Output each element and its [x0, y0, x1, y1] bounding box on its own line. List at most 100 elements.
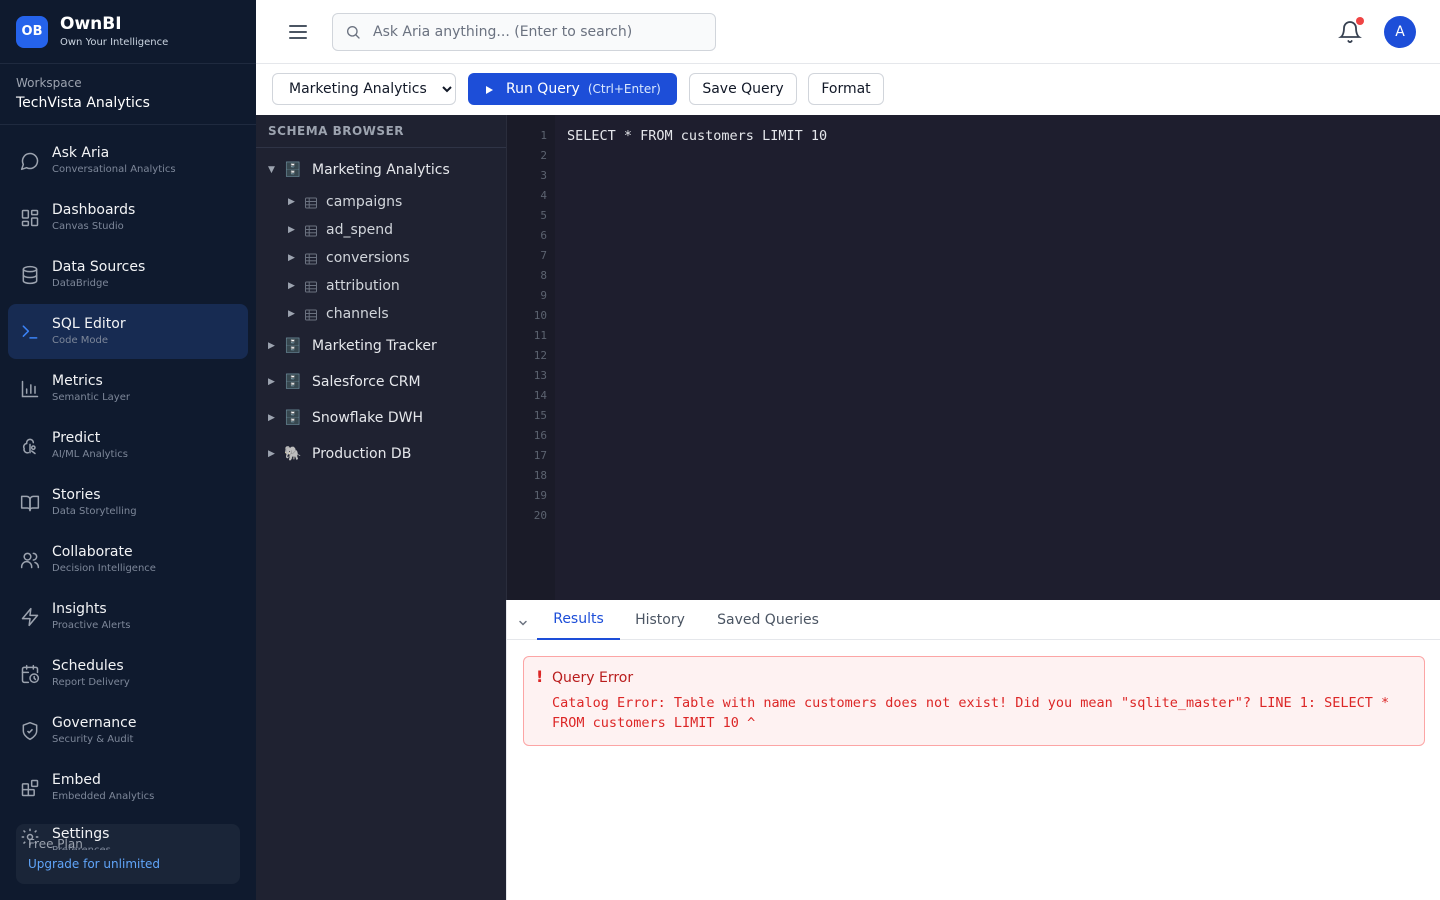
sidebar-nav: Ask Aria Conversational Analytics Dashboa… [8, 133, 248, 817]
sidebar-item-predict[interactable]: Predict AI/ML Analytics [8, 418, 248, 473]
blocks-icon [20, 778, 40, 798]
sidebar-item-sublabel: AI/ML Analytics [52, 449, 128, 460]
sidebar: OB OwnBI Own Your Intelligence Workspace… [0, 0, 256, 900]
play-icon [484, 84, 494, 94]
caret-right-icon: ▶ [268, 449, 275, 459]
schema-table-conversions[interactable]: ▶ conversions [256, 245, 506, 271]
sidebar-item-label: Stories [52, 487, 101, 503]
sidebar-item-governance[interactable]: Governance Security & Audit [8, 703, 248, 758]
sidebar-item-embed[interactable]: Embed Embedded Analytics [8, 760, 248, 815]
top-header: A [256, 0, 1440, 64]
schema-browser: SCHEMA BROWSER ▼ 🗄️ Marketing Analytics … [256, 115, 506, 900]
sidebar-item-sql-editor[interactable]: SQL Editor Code Mode [8, 304, 248, 359]
server-icon: 🗄️ [284, 374, 302, 390]
run-query-label: Run Query [506, 81, 580, 97]
schema-table-campaigns[interactable]: ▶ campaigns [256, 189, 506, 215]
schema-db-production-db[interactable]: ▶ 🐘 Production DB [256, 440, 506, 468]
sidebar-item-label: Embed [52, 772, 101, 788]
sidebar-item-insights[interactable]: Insights Proactive Alerts [8, 589, 248, 644]
book-icon [20, 493, 40, 513]
schema-table-attribution[interactable]: ▶ attribution [256, 273, 506, 299]
workspace-name: TechVista Analytics [16, 95, 150, 111]
schema-table-label: campaigns [326, 194, 403, 210]
tab-saved-queries[interactable]: Saved Queries [709, 600, 827, 640]
sidebar-item-sublabel: Decision Intelligence [52, 563, 156, 574]
upgrade-link[interactable]: Upgrade for unlimited [28, 856, 228, 872]
chevron-down-icon[interactable] [517, 614, 529, 626]
database-select[interactable]: Marketing Analytics [272, 73, 456, 105]
line-number: 12 [533, 349, 547, 362]
line-number: 15 [533, 409, 547, 422]
line-number: 11 [533, 329, 547, 342]
workspace-switcher[interactable]: Workspace TechVista Analytics [0, 64, 256, 125]
schema-db-snowflake-dwh[interactable]: ▶ 🗄️ Snowflake DWH [256, 404, 506, 432]
table-icon [304, 223, 318, 237]
schema-db-marketing-analytics[interactable]: ▼ 🗄️ Marketing Analytics [256, 156, 506, 184]
caret-right-icon: ▶ [288, 281, 295, 291]
brain-icon [20, 436, 40, 456]
error-icon: ! [536, 667, 544, 686]
schema-table-ad-spend[interactable]: ▶ ad_spend [256, 217, 506, 243]
sidebar-item-dashboards[interactable]: Dashboards Canvas Studio [8, 190, 248, 245]
save-query-button[interactable]: Save Query [689, 73, 797, 105]
format-button[interactable]: Format [808, 73, 884, 105]
results-panel: Results History Saved Queries ! Query Er… [506, 600, 1440, 900]
error-title: Query Error [552, 670, 634, 686]
schema-db-label: Marketing Analytics [312, 162, 450, 178]
brand-logo[interactable]: OB [16, 15, 48, 48]
sidebar-item-settings[interactable]: Settings Preferences [8, 817, 248, 857]
sidebar-item-data-sources[interactable]: Data Sources DataBridge [8, 247, 248, 302]
sidebar-item-label: Predict [52, 430, 101, 446]
tab-results[interactable]: Results [537, 600, 620, 640]
avatar[interactable]: A [1384, 16, 1416, 48]
schema-table-label: conversions [326, 250, 410, 266]
line-number: 16 [533, 429, 547, 442]
menu-icon[interactable] [286, 20, 310, 44]
schema-table-channels[interactable]: ▶ channels [256, 301, 506, 327]
search-icon [345, 24, 361, 40]
table-icon [304, 251, 318, 265]
sidebar-item-stories[interactable]: Stories Data Storytelling [8, 475, 248, 530]
sidebar-item-sublabel: Report Delivery [52, 677, 130, 688]
sidebar-item-sublabel: Embedded Analytics [52, 791, 155, 802]
sidebar-item-schedules[interactable]: Schedules Report Delivery [8, 646, 248, 701]
shield-icon [20, 721, 40, 741]
table-icon [304, 279, 318, 293]
line-number: 20 [533, 509, 547, 522]
tab-history[interactable]: History [628, 600, 692, 640]
sidebar-item-label: Dashboards [52, 202, 136, 218]
schema-db-label: Production DB [312, 446, 412, 462]
query-error-alert: ! Query Error Catalog Error: Table with … [523, 656, 1425, 746]
sidebar-item-collaborate[interactable]: Collaborate Decision Intelligence [8, 532, 248, 587]
calendar-clock-icon [20, 664, 40, 684]
sidebar-item-label: Insights [52, 601, 107, 617]
terminal-icon [20, 322, 40, 342]
schema-table-label: attribution [326, 278, 400, 294]
line-number: 8 [540, 269, 547, 282]
sidebar-item-ask-aria[interactable]: Ask Aria Conversational Analytics [8, 133, 248, 188]
sql-editor[interactable]: 1 2 3 4 5 6 7 8 9 10 11 12 13 14 15 16 1… [506, 115, 1440, 600]
sidebar-item-label: Collaborate [52, 544, 133, 560]
brand-name: OwnBI [60, 13, 122, 34]
sidebar-item-label: SQL Editor [52, 316, 126, 332]
bar-chart-icon [20, 379, 40, 399]
run-query-button[interactable]: Run Query (Ctrl+Enter) [468, 73, 677, 105]
schema-table-label: channels [326, 306, 389, 322]
sidebar-item-label: Data Sources [52, 259, 146, 275]
chat-icon [20, 151, 40, 171]
results-tabs: Results History Saved Queries [507, 600, 1440, 640]
sidebar-item-metrics[interactable]: Metrics Semantic Layer [8, 361, 248, 416]
sidebar-item-sublabel: Data Storytelling [52, 506, 137, 517]
postgres-elephant-icon: 🐘 [284, 446, 302, 462]
schema-db-label: Salesforce CRM [312, 374, 421, 390]
line-number: 3 [540, 169, 547, 182]
sql-code[interactable]: SELECT * FROM customers LIMIT 10 [567, 126, 827, 146]
line-number: 5 [540, 209, 547, 222]
search-input[interactable] [373, 24, 703, 40]
schema-db-marketing-tracker[interactable]: ▶ 🗄️ Marketing Tracker [256, 332, 506, 360]
query-toolbar: Marketing Analytics Run Query (Ctrl+Ente… [256, 64, 1440, 115]
schema-browser-title: SCHEMA BROWSER [256, 115, 506, 148]
schema-db-label: Marketing Tracker [312, 338, 437, 354]
schema-db-salesforce-crm[interactable]: ▶ 🗄️ Salesforce CRM [256, 368, 506, 396]
gear-icon [20, 827, 40, 847]
